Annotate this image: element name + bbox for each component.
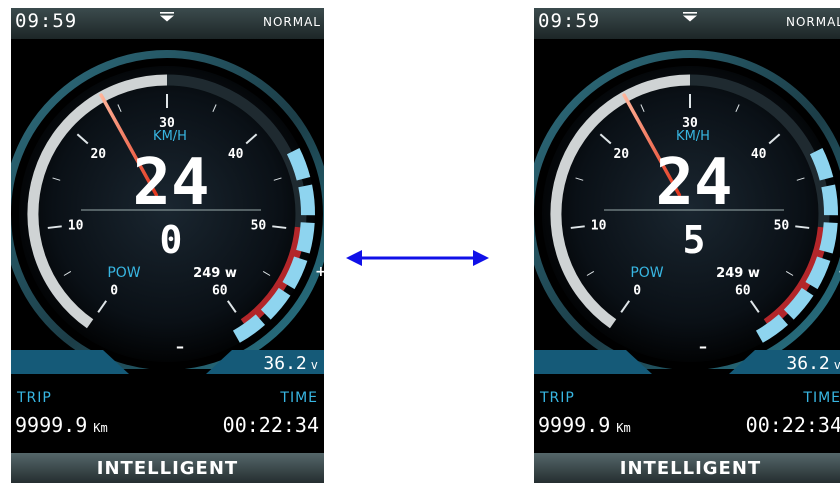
speed-value: 24 xyxy=(132,146,209,220)
power-minus-sign: – xyxy=(699,337,707,356)
speedometer-gauge: 0102030405060 + – KM/H 24 0 POW 249 w xyxy=(11,50,324,369)
power-bar-segment xyxy=(296,222,315,254)
dial-tick-label: 20 xyxy=(613,147,629,162)
trip-label: TRIP xyxy=(540,390,575,406)
power-value: 249 w xyxy=(716,266,760,281)
trip-value: 9999.9 xyxy=(15,413,88,437)
assist-mode-bar[interactable]: INTELLIGENT xyxy=(11,453,324,483)
dial-tick-label: 50 xyxy=(251,219,267,234)
trip-value: 9999.9 xyxy=(538,413,611,437)
power-label: POW xyxy=(630,265,663,281)
voltage-value: 36.2 xyxy=(786,353,830,374)
dial-tick-label: 0 xyxy=(110,283,118,298)
trip-distance: 9999.9 Km xyxy=(538,413,631,437)
trip-distance: 9999.9 Km xyxy=(15,413,108,437)
power-minus-sign: – xyxy=(176,337,184,356)
display-screen-assist-5: 09:59 NORMAL 0 10 20 30 40 50 60 – KM/H … xyxy=(534,8,840,483)
pull-down-arrow-icon[interactable] xyxy=(157,11,177,23)
power-value: 249 w xyxy=(193,266,237,281)
dial-tick-label: 40 xyxy=(228,147,244,162)
power-plus-sign: + xyxy=(315,264,324,280)
power-label: POW xyxy=(107,265,140,281)
assist-level: 0 xyxy=(160,218,183,262)
dial-tick-label: 60 xyxy=(212,283,228,298)
assist-level: 5 xyxy=(683,218,706,262)
riding-mode: NORMAL xyxy=(262,15,321,29)
riding-mode: NORMAL xyxy=(785,15,840,29)
comparison-double-arrow xyxy=(340,245,495,271)
ride-time: 00:22:34 xyxy=(222,413,319,437)
dial-tick-label: 60 xyxy=(735,283,751,298)
voltage-unit: v xyxy=(833,358,840,372)
ride-time: 00:22:34 xyxy=(745,413,840,437)
speed-unit: KM/H xyxy=(676,129,710,144)
display-screen-assist-0: 09:59 NORMAL 0 10 20 30 40 50 60 + – KM/… xyxy=(11,8,324,483)
clock: 09:59 xyxy=(15,10,78,32)
dial-tick-label: 50 xyxy=(774,219,790,234)
power-bar-segment xyxy=(819,222,838,254)
speed-value: 24 xyxy=(655,146,732,220)
clock: 09:59 xyxy=(538,10,601,32)
trip-unit: Km xyxy=(93,421,108,435)
left-accent-bar xyxy=(11,350,129,374)
status-bar: 09:59 NORMAL xyxy=(534,8,840,39)
dial-tick-label: 10 xyxy=(68,219,84,234)
power-bar-segment xyxy=(298,184,315,216)
time-label: TIME xyxy=(280,390,318,406)
battery-voltage: 36.2 v xyxy=(263,353,318,374)
speedometer-gauge: 0102030405060 + – KM/H 24 5 POW 249 w xyxy=(534,50,840,369)
dial-tick-label: 0 xyxy=(633,283,641,298)
speed-unit: KM/H xyxy=(153,129,187,144)
dial-tick-label: 20 xyxy=(90,147,106,162)
dial-tick-label: 40 xyxy=(751,147,767,162)
assist-mode-label: INTELLIGENT xyxy=(619,458,762,479)
status-bar: 09:59 NORMAL xyxy=(11,8,324,39)
battery-voltage: 36.2 v xyxy=(786,353,840,374)
power-bar-segment xyxy=(821,184,838,216)
voltage-value: 36.2 xyxy=(263,353,307,374)
left-accent-bar xyxy=(534,350,652,374)
assist-mode-bar[interactable]: INTELLIGENT xyxy=(534,453,840,483)
assist-mode-label: INTELLIGENT xyxy=(96,458,239,479)
voltage-unit: v xyxy=(310,358,318,372)
pull-down-arrow-icon[interactable] xyxy=(680,11,700,23)
dial-tick-label: 10 xyxy=(591,219,607,234)
trip-label: TRIP xyxy=(17,390,52,406)
trip-unit: Km xyxy=(616,421,631,435)
time-label: TIME xyxy=(803,390,840,406)
